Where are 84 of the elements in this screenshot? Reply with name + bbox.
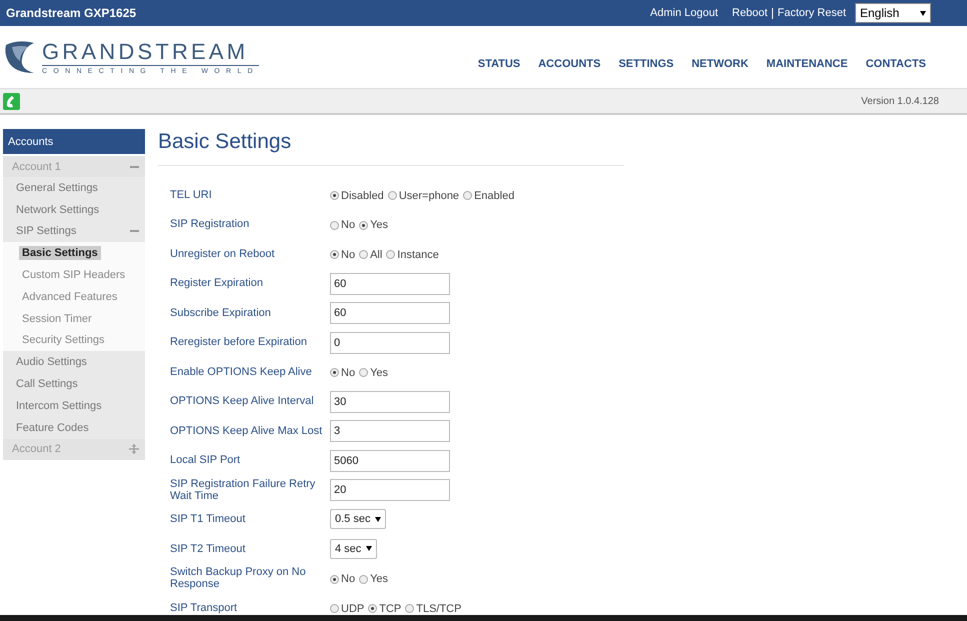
expand-icon[interactable] bbox=[129, 444, 139, 454]
radio-button[interactable] bbox=[330, 574, 339, 584]
nav-link[interactable]: SETTINGS bbox=[618, 58, 674, 70]
radio-button[interactable] bbox=[405, 604, 414, 614]
radio-label[interactable]: Yes bbox=[370, 366, 388, 379]
setting-label: OPTIONS Keep Alive Max Lost bbox=[170, 424, 324, 437]
dropdown-caret-icon bbox=[366, 546, 372, 552]
radio-button[interactable] bbox=[359, 220, 368, 230]
setting-label: Local SIP Port bbox=[170, 454, 242, 466]
scrollbar[interactable] bbox=[0, 615, 967, 621]
radio-label[interactable]: All bbox=[370, 248, 382, 261]
radio-label[interactable]: User=phone bbox=[398, 190, 460, 202]
setting-label: SIP Registration bbox=[170, 218, 250, 230]
setting-label: SIP T2 Timeout bbox=[170, 542, 246, 555]
radio-button[interactable] bbox=[368, 604, 378, 614]
radio-button[interactable] bbox=[330, 220, 339, 230]
radio-label[interactable]: No bbox=[341, 248, 356, 261]
page-title: Basic Settings bbox=[158, 129, 292, 155]
radio-label[interactable]: Enabled bbox=[474, 190, 514, 202]
nav-link[interactable]: NETWORK bbox=[692, 58, 748, 70]
sidebar-item[interactable]: Audio Settings bbox=[3, 351, 145, 374]
app-title: Grandstream GXP1625 bbox=[6, 6, 138, 20]
setting-label: Unregister on Reboot bbox=[170, 248, 276, 260]
input-field[interactable]: 20 bbox=[330, 479, 450, 502]
phone-icon[interactable] bbox=[3, 92, 20, 110]
radio-label[interactable]: Yes bbox=[370, 573, 388, 586]
sidebar-item[interactable]: General Settings bbox=[3, 177, 145, 199]
input-field[interactable]: 5060 bbox=[330, 450, 450, 472]
radio-button[interactable] bbox=[386, 250, 396, 260]
sidebar-item[interactable]: Network Settings bbox=[3, 198, 145, 221]
radio-label[interactable]: Disabled bbox=[341, 190, 384, 202]
nav-link[interactable]: MAINTENANCE bbox=[766, 58, 848, 70]
dropdown-select[interactable]: 4 sec bbox=[330, 538, 378, 559]
submenu-item[interactable]: Basic Settings bbox=[19, 246, 101, 260]
setting-label: Reregister before Expiration bbox=[170, 336, 308, 348]
sidebar-item[interactable]: Feature Codes bbox=[3, 416, 145, 439]
radio-label[interactable]: Yes bbox=[370, 219, 388, 232]
input-field[interactable]: 0 bbox=[330, 332, 450, 354]
radio-label[interactable]: UDP bbox=[341, 602, 364, 615]
account-label: Account 2 bbox=[12, 443, 61, 456]
input-field[interactable]: 30 bbox=[330, 390, 450, 413]
header-link[interactable]: Admin Logout bbox=[645, 7, 728, 19]
input-field[interactable]: 60 bbox=[330, 302, 450, 324]
radio-label[interactable]: No bbox=[341, 219, 356, 232]
radio-button[interactable] bbox=[330, 604, 339, 614]
setting-label: TEL URI bbox=[170, 188, 213, 201]
sidebar-header: Accounts bbox=[3, 129, 145, 154]
header-link[interactable]: Factory Reset bbox=[772, 7, 851, 19]
logo-name: GRANDSTREAM bbox=[42, 40, 259, 66]
radio-label[interactable]: TCP bbox=[379, 602, 402, 615]
radio-button[interactable] bbox=[388, 191, 397, 200]
radio-label[interactable]: No bbox=[341, 573, 356, 586]
radio-button[interactable] bbox=[359, 574, 368, 584]
setting-label: SIP T1 Timeout bbox=[170, 513, 246, 526]
input-field[interactable]: 3 bbox=[330, 420, 450, 442]
header-link[interactable]: Reboot bbox=[727, 8, 773, 18]
input-field[interactable]: 60 bbox=[330, 272, 450, 295]
radio-button[interactable] bbox=[359, 250, 368, 260]
setting-label: SIP Registration Failure Retry Wait Time bbox=[170, 478, 316, 502]
setting-label: Register Expiration bbox=[170, 277, 264, 290]
sidebar-item[interactable]: Intercom Settings bbox=[3, 394, 145, 417]
radio-button[interactable] bbox=[330, 191, 339, 200]
nav-link[interactable]: STATUS bbox=[478, 58, 520, 70]
radio-button[interactable] bbox=[359, 368, 368, 378]
radio-button[interactable] bbox=[330, 250, 339, 260]
setting-label: SIP Transport bbox=[170, 602, 238, 614]
radio-button[interactable] bbox=[463, 191, 472, 200]
dropdown-caret-icon bbox=[920, 10, 926, 16]
nav-link[interactable]: CONTACTS bbox=[866, 58, 926, 70]
radio-label[interactable]: TLS/TCP bbox=[416, 602, 462, 615]
setting-label: Switch Backup Proxy on No Response bbox=[170, 566, 307, 590]
dropdown-select[interactable]: 0.5 sec bbox=[330, 509, 386, 530]
nav-link[interactable]: ACCOUNTS bbox=[538, 58, 601, 70]
setting-label: OPTIONS Keep Alive Interval bbox=[170, 395, 315, 408]
radio-button[interactable] bbox=[330, 368, 339, 378]
version-text: Version 1.0.4.128 bbox=[861, 96, 939, 106]
account-label: Account 1 bbox=[12, 160, 61, 172]
sidebar-item[interactable]: Call Settings bbox=[3, 373, 145, 395]
radio-label[interactable]: No bbox=[341, 366, 356, 379]
language-select[interactable]: English bbox=[855, 3, 931, 23]
setting-label: Subscribe Expiration bbox=[170, 306, 272, 319]
dropdown-caret-icon bbox=[375, 516, 382, 522]
setting-label: Enable OPTIONS Keep Alive bbox=[170, 366, 313, 378]
radio-label[interactable]: Instance bbox=[397, 248, 439, 261]
